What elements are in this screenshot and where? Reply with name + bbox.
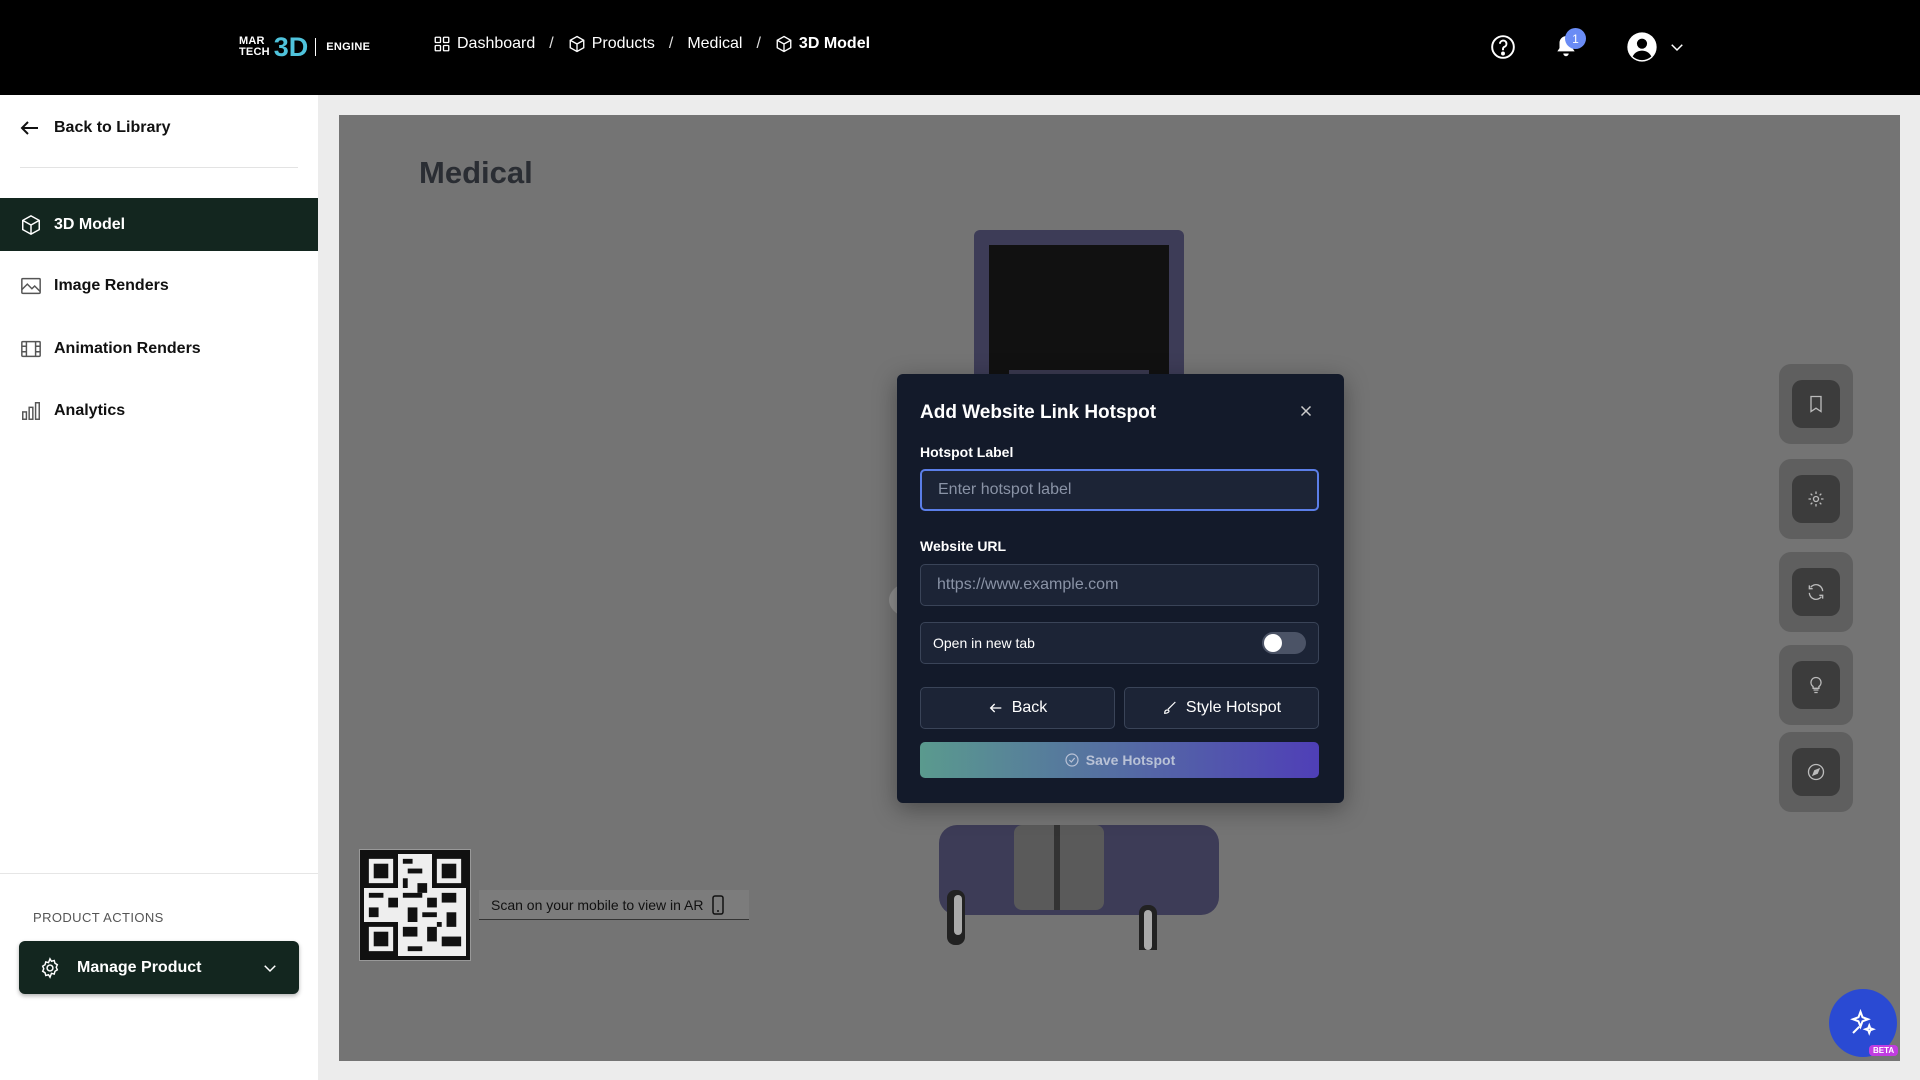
bookmark-tool-button[interactable] bbox=[1779, 364, 1853, 444]
tool-inner bbox=[1792, 380, 1840, 428]
breadcrumb-label: 3D Model bbox=[798, 35, 871, 52]
open-in-new-tab-label: Open in new tab bbox=[933, 635, 1035, 651]
brush-icon bbox=[1163, 701, 1176, 714]
sidebar-item-animation-renders[interactable]: Animation Renders bbox=[0, 322, 318, 375]
breadcrumb-separator: / bbox=[549, 35, 554, 52]
brand-logo[interactable]: MAR TECH 3D ENGINE bbox=[239, 32, 371, 62]
beta-badge: BETA bbox=[1869, 1045, 1899, 1056]
breadcrumb-separator: / bbox=[668, 35, 674, 52]
sidebar-item-image-renders[interactable]: Image Renders bbox=[0, 259, 318, 312]
tool-inner bbox=[1792, 661, 1840, 709]
style-hotspot-label: Style Hotspot bbox=[1185, 699, 1282, 716]
back-label: Back to Library bbox=[54, 119, 171, 136]
chevron-down-icon bbox=[264, 965, 276, 973]
lighting-tool-button[interactable] bbox=[1779, 459, 1853, 539]
arrow-left-icon bbox=[20, 121, 38, 135]
hint-tool-button[interactable] bbox=[1779, 645, 1853, 725]
lightbulb-icon bbox=[1810, 676, 1822, 694]
open-in-new-tab-row: Open in new tab bbox=[920, 622, 1319, 664]
hotspot-label-input[interactable] bbox=[920, 469, 1319, 511]
film-icon bbox=[21, 340, 41, 357]
breadcrumb-label: Dashboard bbox=[457, 35, 536, 52]
close-icon[interactable] bbox=[1297, 402, 1315, 420]
logo-wordmark: MAR TECH bbox=[239, 36, 270, 58]
ar-scan-label: Scan on your mobile to view in AR bbox=[479, 890, 749, 920]
bar-chart-icon bbox=[22, 401, 40, 420]
logo-divider bbox=[315, 38, 317, 56]
back-button[interactable]: Back bbox=[920, 687, 1115, 729]
sun-icon bbox=[1808, 491, 1824, 507]
explore-tool-button[interactable] bbox=[1779, 732, 1853, 812]
page-title: Medical bbox=[419, 155, 533, 190]
breadcrumb-3d-model: 3D Model bbox=[775, 35, 870, 53]
sidebar-item-label: Animation Renders bbox=[54, 339, 201, 357]
website-url-input[interactable] bbox=[920, 564, 1319, 606]
cube-icon bbox=[569, 35, 585, 53]
ar-qr-code bbox=[359, 849, 471, 961]
save-hotspot-label: Save Hotspot bbox=[1085, 752, 1176, 768]
gear-icon bbox=[41, 956, 59, 979]
arrow-left-icon bbox=[989, 703, 1002, 713]
cube-icon bbox=[776, 35, 792, 53]
logo-line2: TECH bbox=[239, 46, 270, 58]
section-label: PRODUCT ACTIONS bbox=[33, 910, 164, 925]
refresh-icon bbox=[1808, 583, 1824, 601]
phone-icon bbox=[712, 894, 725, 915]
logo-engine: ENGINE bbox=[326, 41, 371, 53]
toggle-knob bbox=[1264, 634, 1282, 652]
back-button-label: Back bbox=[1011, 699, 1048, 716]
website-url-label: Website URL bbox=[920, 538, 1007, 554]
sidebar-item-label: Image Renders bbox=[54, 276, 169, 294]
sidebar-divider bbox=[0, 873, 318, 874]
open-in-new-tab-toggle[interactable] bbox=[1262, 632, 1306, 654]
ar-scan-text: Scan on your mobile to view in AR bbox=[491, 896, 704, 913]
breadcrumb-medical[interactable]: Medical bbox=[687, 35, 742, 53]
sidebar-divider bbox=[20, 167, 298, 168]
chevron-down-icon[interactable] bbox=[1668, 38, 1686, 56]
bookmark-icon bbox=[1810, 395, 1822, 413]
back-to-library-link[interactable]: Back to Library bbox=[18, 116, 170, 140]
cube-icon bbox=[22, 214, 40, 235]
tool-inner bbox=[1792, 568, 1840, 616]
manage-product-label: Manage Product bbox=[77, 958, 202, 976]
sidebar-item-analytics[interactable]: Analytics bbox=[0, 384, 318, 437]
check-circle-icon bbox=[1065, 753, 1079, 767]
add-website-link-hotspot-dialog: Add Website Link Hotspot Hotspot Label W… bbox=[897, 374, 1344, 803]
breadcrumb-products[interactable]: Products bbox=[568, 35, 655, 53]
user-avatar-icon[interactable] bbox=[1626, 31, 1658, 63]
breadcrumb: Dashboard / Products / Medical / 3D Mode… bbox=[433, 35, 870, 53]
manage-product-button[interactable]: Manage Product bbox=[19, 941, 299, 994]
breadcrumb-dashboard[interactable]: Dashboard bbox=[433, 35, 535, 53]
breadcrumb-label: Medical bbox=[687, 35, 743, 52]
breadcrumb-label: Products bbox=[591, 35, 655, 52]
help-icon[interactable] bbox=[1490, 34, 1516, 60]
dialog-title: Add Website Link Hotspot bbox=[920, 402, 1157, 423]
sidebar-item-3d-model[interactable]: 3D Model bbox=[0, 198, 318, 251]
tool-inner bbox=[1792, 748, 1840, 796]
grid-icon bbox=[434, 36, 450, 52]
logo-3d-mark: 3D bbox=[273, 32, 309, 62]
top-bar: MAR TECH 3D ENGINE Dashboard / Products … bbox=[0, 0, 1920, 95]
compass-icon bbox=[1807, 763, 1825, 781]
sidebar-item-label: Analytics bbox=[54, 401, 126, 419]
image-icon bbox=[21, 277, 41, 294]
sparkle-icon bbox=[1850, 1008, 1876, 1036]
rotate-tool-button[interactable] bbox=[1779, 552, 1853, 632]
save-hotspot-button[interactable]: Save Hotspot bbox=[920, 742, 1319, 778]
notification-badge: 1 bbox=[1565, 28, 1586, 49]
tool-inner bbox=[1792, 475, 1840, 523]
sidebar-item-label: 3D Model bbox=[54, 215, 126, 233]
style-hotspot-button[interactable]: Style Hotspot bbox=[1124, 687, 1319, 729]
hotspot-label-label: Hotspot Label bbox=[920, 444, 1014, 460]
breadcrumb-separator: / bbox=[756, 35, 761, 52]
